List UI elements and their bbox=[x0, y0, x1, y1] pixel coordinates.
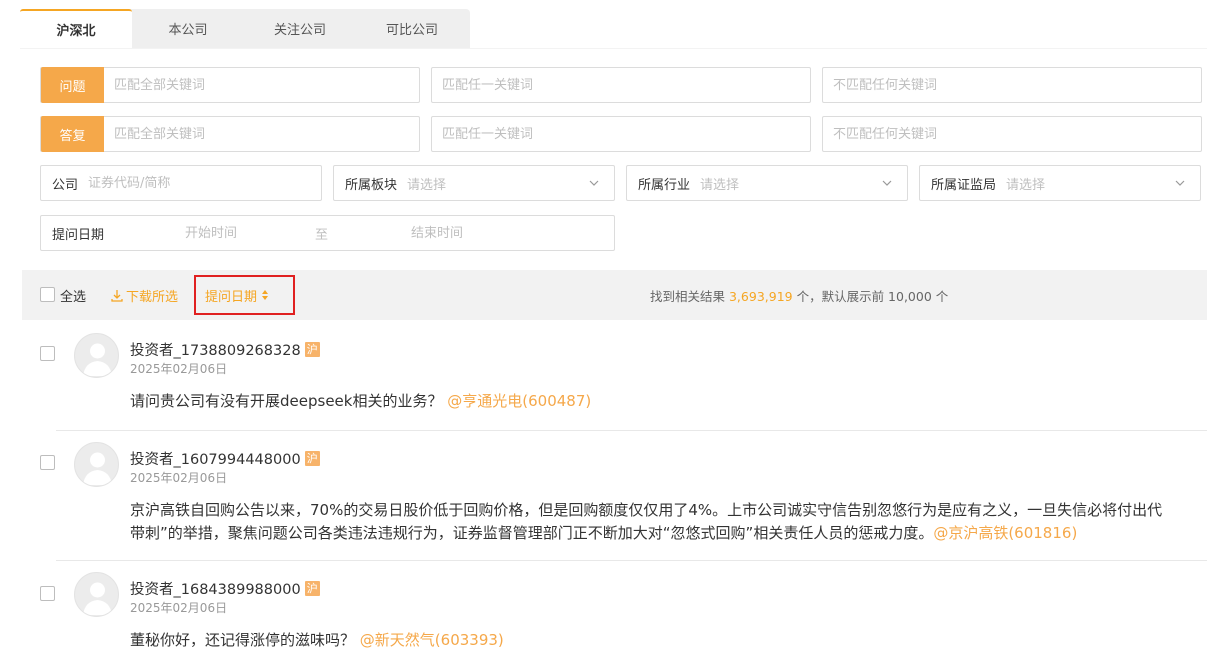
avatar bbox=[74, 572, 119, 617]
market-badge: 沪 bbox=[304, 451, 320, 466]
avatar-placeholder-icon bbox=[83, 582, 112, 615]
user-name[interactable]: 投资者_1738809268328 沪 bbox=[130, 339, 320, 360]
answer-none-field bbox=[822, 116, 1202, 152]
sort-icon bbox=[262, 290, 269, 300]
sort-by-question-date-button[interactable]: 提问日期 bbox=[194, 275, 295, 315]
question-content: 董秘你好，还记得涨停的滋味吗？ @新天然气(603393) bbox=[130, 629, 504, 652]
user-name[interactable]: 投资者_1684389988000 沪 bbox=[130, 578, 320, 599]
end-date-input[interactable] bbox=[401, 216, 601, 250]
date-range-separator: 至 bbox=[315, 227, 329, 243]
select-all-label[interactable]: 全选 bbox=[60, 286, 86, 305]
select-all-checkbox[interactable] bbox=[40, 287, 55, 302]
question-type-button[interactable]: 问题 bbox=[41, 67, 104, 103]
result-summary: 找到相关结果 3,693,919 个，默认展示前 10,000 个 bbox=[650, 286, 948, 305]
question-text-line-1: 京沪高铁自回购公告以来，70%的交易日股价低于回购价格，但是回购额度仅仅用了4%… bbox=[130, 501, 1163, 519]
chevron-down-icon bbox=[589, 180, 599, 186]
results-toolbar: 全选 下载所选 提问日期 找到相关结果 3,693,919 个，默认展示前 10… bbox=[22, 270, 1207, 320]
result-prefix: 找到相关结果 bbox=[650, 289, 729, 304]
chevron-down-icon bbox=[882, 180, 892, 186]
tabs-divider bbox=[20, 48, 1207, 49]
avatar bbox=[74, 333, 119, 378]
download-selected-button[interactable]: 下载所选 bbox=[110, 286, 178, 305]
question-text-line-2-wrap: 带刺”的举措，聚焦问题公司各类违法违规行为，证券监督管理部门正不断加大对“忽悠式… bbox=[130, 522, 1162, 545]
avatar bbox=[74, 442, 119, 487]
question-all-input[interactable] bbox=[104, 68, 419, 102]
question-row: 问题 bbox=[40, 67, 1202, 103]
user-name[interactable]: 投资者_1607994448000 沪 bbox=[130, 448, 320, 469]
download-label: 下载所选 bbox=[126, 290, 179, 305]
company-tag-link[interactable]: @亨通光电(600487) bbox=[447, 392, 591, 410]
start-date-input[interactable] bbox=[171, 216, 301, 250]
item-checkbox[interactable] bbox=[40, 455, 55, 470]
date-label: 提问日期 bbox=[52, 227, 105, 243]
question-text-line-2: 带刺”的举措，聚焦问题公司各类违法违规行为，证券监督管理部门正不断加大对“忽悠式… bbox=[130, 524, 934, 542]
download-icon bbox=[111, 289, 123, 302]
answer-row: 答复 bbox=[40, 116, 1202, 152]
sector-placeholder: 请选择 bbox=[407, 177, 447, 193]
list-item: 投资者_1607994448000 沪 2025年02月06日 京沪高铁自回购公… bbox=[20, 431, 1207, 561]
market-badge: 沪 bbox=[304, 342, 320, 357]
user-name-text: 投资者_1607994448000 bbox=[130, 452, 301, 468]
answer-any-field bbox=[431, 116, 811, 152]
chevron-down-icon bbox=[1175, 180, 1185, 186]
item-checkbox[interactable] bbox=[40, 346, 55, 361]
question-any-input[interactable] bbox=[432, 68, 810, 102]
regulator-placeholder: 请选择 bbox=[1006, 177, 1046, 193]
sector-label: 所属板块 bbox=[345, 177, 398, 193]
question-none-input[interactable] bbox=[823, 68, 1201, 102]
question-all-field: 问题 bbox=[40, 67, 420, 103]
list-item: 投资者_1684389988000 沪 2025年02月06日 董秘你好，还记得… bbox=[20, 561, 1207, 666]
company-input[interactable] bbox=[78, 166, 321, 200]
question-content: 请问贵公司有没有开展deepseek相关的业务？ @亨通光电(600487) bbox=[130, 390, 591, 413]
industry-placeholder: 请选择 bbox=[700, 177, 740, 193]
question-text: 请问贵公司有没有开展deepseek相关的业务？ bbox=[130, 392, 443, 410]
question-date: 2025年02月06日 bbox=[130, 601, 228, 615]
question-any-field bbox=[431, 67, 811, 103]
question-text: 董秘你好，还记得涨停的滋味吗？ bbox=[130, 631, 356, 649]
company-label: 公司 bbox=[52, 177, 79, 193]
answer-none-input[interactable] bbox=[823, 117, 1201, 151]
company-field: 公司 bbox=[40, 165, 322, 201]
avatar-placeholder-icon bbox=[83, 343, 112, 376]
tab-hushenbei[interactable]: 沪深北 bbox=[20, 9, 132, 48]
regulator-label: 所属证监局 bbox=[931, 177, 997, 193]
date-range-field: 提问日期 至 bbox=[40, 215, 615, 251]
tab-followed-companies[interactable]: 关注公司 bbox=[244, 9, 356, 48]
date-row: 提问日期 至 bbox=[40, 215, 615, 251]
avatar-placeholder-icon bbox=[83, 452, 112, 485]
result-suffix: 个，默认展示前 10,000 个 bbox=[792, 289, 949, 304]
user-name-text: 投资者_1684389988000 bbox=[130, 582, 301, 598]
tab-this-company[interactable]: 本公司 bbox=[132, 9, 244, 48]
answer-type-button[interactable]: 答复 bbox=[41, 116, 104, 152]
question-date: 2025年02月06日 bbox=[130, 362, 228, 376]
item-checkbox[interactable] bbox=[40, 586, 55, 601]
question-none-field bbox=[822, 67, 1202, 103]
regulator-select[interactable]: 所属证监局 请选择 bbox=[919, 165, 1201, 201]
answer-all-field: 答复 bbox=[40, 116, 420, 152]
list-item: 投资者_1738809268328 沪 2025年02月06日 请问贵公司有没有… bbox=[20, 321, 1207, 431]
sector-select[interactable]: 所属板块 请选择 bbox=[333, 165, 615, 201]
question-content: 京沪高铁自回购公告以来，70%的交易日股价低于回购价格，但是回购额度仅仅用了4%… bbox=[130, 499, 1162, 545]
tab-comparable-companies[interactable]: 可比公司 bbox=[356, 9, 468, 48]
answer-all-input[interactable] bbox=[104, 117, 419, 151]
question-date: 2025年02月06日 bbox=[130, 471, 228, 485]
industry-select[interactable]: 所属行业 请选择 bbox=[626, 165, 908, 201]
user-name-text: 投资者_1738809268328 bbox=[130, 343, 301, 359]
sort-label: 提问日期 bbox=[205, 289, 258, 305]
result-count: 3,693,919 bbox=[728, 289, 793, 304]
answer-any-input[interactable] bbox=[432, 117, 810, 151]
industry-label: 所属行业 bbox=[638, 177, 691, 193]
company-tag-link[interactable]: @新天然气(603393) bbox=[360, 631, 504, 649]
market-badge: 沪 bbox=[304, 581, 320, 596]
company-tag-link[interactable]: @京沪高铁(601816) bbox=[933, 524, 1077, 542]
filter-row: 公司 所属板块 请选择 所属行业 请选择 所属证监局 请选择 bbox=[40, 165, 1201, 201]
market-tabs: 沪深北 本公司 关注公司 可比公司 bbox=[20, 9, 470, 48]
